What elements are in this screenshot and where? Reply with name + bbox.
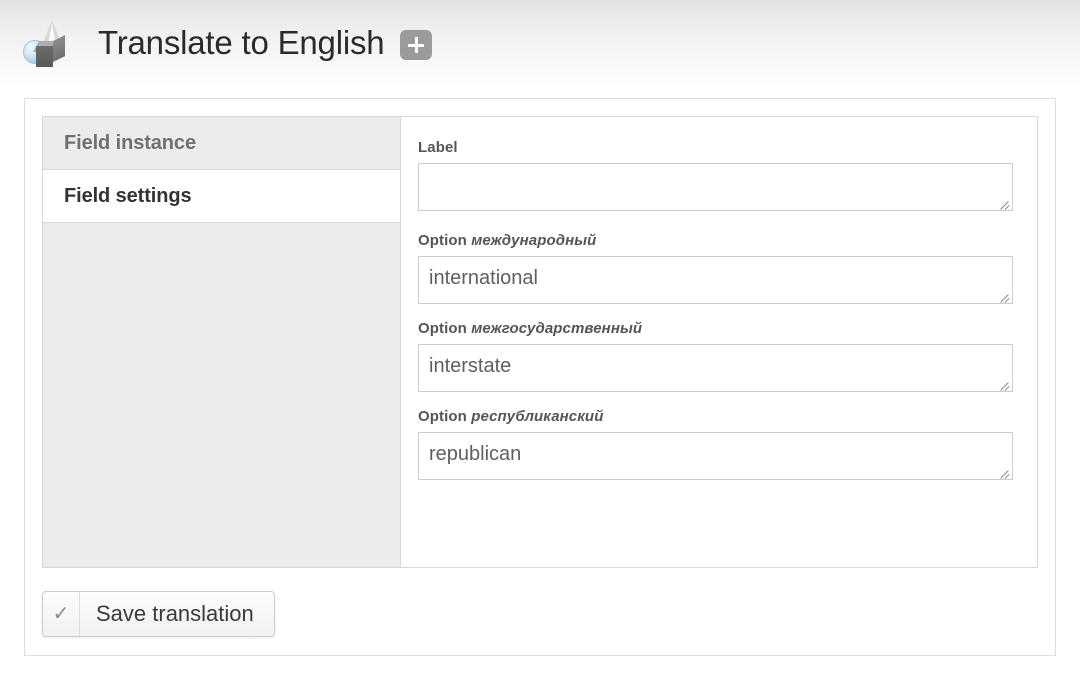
vertical-tabs-panel: Field instance Field settings Label Opti… — [42, 116, 1038, 568]
option-2-field-wrap — [418, 344, 1013, 392]
option-2-label: Option межгосударственный — [418, 320, 1013, 337]
form-fields-pane: Label Option международный international… — [401, 117, 1037, 567]
option-2-label-term: межгосударственный — [471, 320, 643, 337]
field-group-option-2: Option межгосударственный — [418, 320, 1013, 392]
label-field-wrap — [418, 163, 1013, 211]
check-icon: ✓ — [43, 592, 80, 636]
option-2-label-prefix: Option — [418, 320, 467, 337]
field-group-option-3: Option республиканский — [418, 408, 1013, 480]
add-translation-button[interactable] — [400, 30, 433, 60]
option-3-label-prefix: Option — [418, 408, 467, 425]
cube-side-face — [53, 35, 65, 62]
page-root: Translate to English Field instance Fiel… — [0, 0, 1080, 675]
option-1-label-term: международный — [471, 232, 597, 249]
page-title: Translate to English — [98, 24, 385, 61]
tab-field-instance-label: Field instance — [64, 131, 196, 154]
option-1-textarea[interactable] — [418, 256, 1013, 304]
option-2-textarea[interactable] — [418, 344, 1013, 392]
label-textarea[interactable] — [418, 163, 1013, 211]
tab-field-settings[interactable]: Field settings — [43, 170, 400, 223]
vertical-tabs-list: Field instance Field settings — [43, 117, 401, 567]
option-1-label-prefix: Option — [418, 232, 467, 249]
option-3-textarea[interactable] — [418, 432, 1013, 480]
save-translation-label: Save translation — [96, 601, 254, 626]
tabs-filler — [43, 223, 400, 567]
save-translation-button[interactable]: ✓ Save translation — [42, 591, 275, 637]
option-1-label: Option международный — [418, 232, 1013, 249]
cube-front-face — [36, 46, 53, 67]
option-3-field-wrap — [418, 432, 1013, 480]
label-field-label-prefix: Label — [418, 139, 458, 156]
field-group-label: Label — [418, 139, 1013, 211]
option-3-label: Option республиканский — [418, 408, 1013, 425]
label-field-label: Label — [418, 139, 1013, 156]
page-header: Translate to English — [0, 0, 1080, 86]
tab-field-instance[interactable]: Field instance — [43, 117, 400, 170]
field-group-option-1: Option международный — [418, 232, 1013, 304]
option-1-field-wrap — [418, 256, 1013, 304]
option-3-label-term: республиканский — [471, 408, 604, 425]
tab-field-settings-label: Field settings — [64, 184, 192, 207]
3d-shapes-icon — [22, 19, 76, 71]
